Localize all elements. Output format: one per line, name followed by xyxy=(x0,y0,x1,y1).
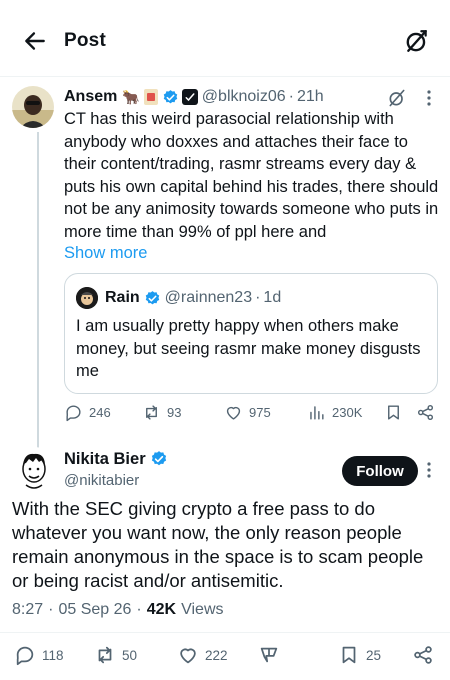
separator-dot: · xyxy=(255,289,261,306)
like-button[interactable]: 975 xyxy=(224,400,271,424)
views-label: Views xyxy=(181,601,224,618)
quote-author-row: Rain @rainnen23 · 1d xyxy=(105,287,281,309)
share-button[interactable] xyxy=(412,642,434,668)
verified-icon xyxy=(163,89,178,103)
reply-icon xyxy=(66,404,81,421)
post-date[interactable]: 05 Sep 26 xyxy=(58,601,131,619)
author-row: Nikita Bier xyxy=(64,448,168,470)
post-actions: 246 93 975 230K xyxy=(64,400,442,424)
post-text: CT has this weird parasocial relationshi… xyxy=(64,110,439,241)
post-actions: 118 50 222 25 xyxy=(0,642,450,668)
repost-count: 93 xyxy=(167,404,182,420)
separator-dot: · xyxy=(48,601,54,618)
avatar[interactable] xyxy=(12,447,56,491)
author-name[interactable]: Nikita Bier xyxy=(64,450,146,469)
bookmark-button[interactable] xyxy=(384,400,403,424)
show-more-link[interactable]: Show more xyxy=(64,244,147,263)
views-icon xyxy=(310,405,324,420)
bookmark-count: 25 xyxy=(366,647,382,663)
reply-count: 246 xyxy=(89,404,111,420)
quote-author-name: Rain xyxy=(105,289,140,306)
quoted-post[interactable]: Rain @rainnen23 · 1d I am usually pretty… xyxy=(64,273,438,394)
more-icon[interactable] xyxy=(422,460,436,480)
like-count: 975 xyxy=(249,404,271,420)
post-time[interactable]: 21h xyxy=(297,88,324,106)
separator-dot: · xyxy=(136,601,142,618)
reply-button[interactable]: 246 xyxy=(64,400,111,424)
like-icon xyxy=(226,406,241,420)
like-button[interactable]: 222 xyxy=(177,642,228,668)
post-meta: 8:27 · 05 Sep 26 · 42K Views xyxy=(12,601,224,619)
meta-divider xyxy=(0,632,450,633)
share-button[interactable] xyxy=(416,400,435,424)
page-title: Post xyxy=(64,30,106,51)
repost-icon xyxy=(146,404,157,420)
grok-icon[interactable] xyxy=(387,88,407,108)
avatar[interactable] xyxy=(12,86,54,128)
share-icon xyxy=(417,404,434,420)
author-name[interactable]: Ansem xyxy=(64,88,117,106)
header-divider xyxy=(0,76,450,77)
reply-count: 118 xyxy=(42,647,64,663)
views-button[interactable]: 230K xyxy=(307,400,362,424)
repost-button[interactable]: 93 xyxy=(142,400,181,424)
back-arrow-icon[interactable] xyxy=(22,28,48,54)
bookmark-icon xyxy=(342,646,356,664)
author-handle[interactable]: @nikitabier xyxy=(64,472,139,489)
separator-dot: · xyxy=(288,88,294,105)
quote-time: 1d xyxy=(263,289,282,306)
mahjong-emoji-icon xyxy=(143,89,158,105)
share-icon xyxy=(414,646,432,664)
like-count: 222 xyxy=(205,647,228,663)
bookmark-button[interactable]: 25 xyxy=(338,642,381,668)
like-icon xyxy=(180,648,196,664)
bull-emoji: 🐂 xyxy=(122,88,140,105)
more-icon[interactable] xyxy=(422,88,436,108)
follow-button[interactable]: Follow xyxy=(342,456,418,486)
quote-author-handle: @rainnen23 xyxy=(164,289,253,306)
author-handle[interactable]: @blknoiz06 xyxy=(202,88,286,106)
repost-icon xyxy=(98,646,112,664)
top-bar: Post xyxy=(0,0,450,76)
avatar xyxy=(76,287,98,309)
views-count[interactable]: 42K xyxy=(147,601,176,619)
repost-count: 50 xyxy=(122,647,138,663)
tip-icon xyxy=(260,647,278,663)
thread-connector xyxy=(37,132,39,450)
reply-button[interactable]: 118 xyxy=(14,642,64,668)
reply-icon xyxy=(16,646,34,666)
verified-icon xyxy=(151,451,166,466)
views-count: 230K xyxy=(332,404,363,420)
quote-text: I am usually pretty happy when others ma… xyxy=(76,317,421,380)
repost-button[interactable]: 50 xyxy=(94,642,137,668)
bookmark-icon xyxy=(388,404,399,420)
verified-icon xyxy=(145,290,159,304)
tip-button[interactable] xyxy=(258,642,280,668)
grok-icon[interactable] xyxy=(404,28,430,54)
post-author-row: Ansem 🐂 @blknoiz06 · 21h xyxy=(64,86,324,108)
post-text: With the SEC giving crypto a free pass t… xyxy=(12,498,424,591)
post-time[interactable]: 8:27 xyxy=(12,601,43,619)
affiliate-badge-icon[interactable] xyxy=(181,89,198,105)
